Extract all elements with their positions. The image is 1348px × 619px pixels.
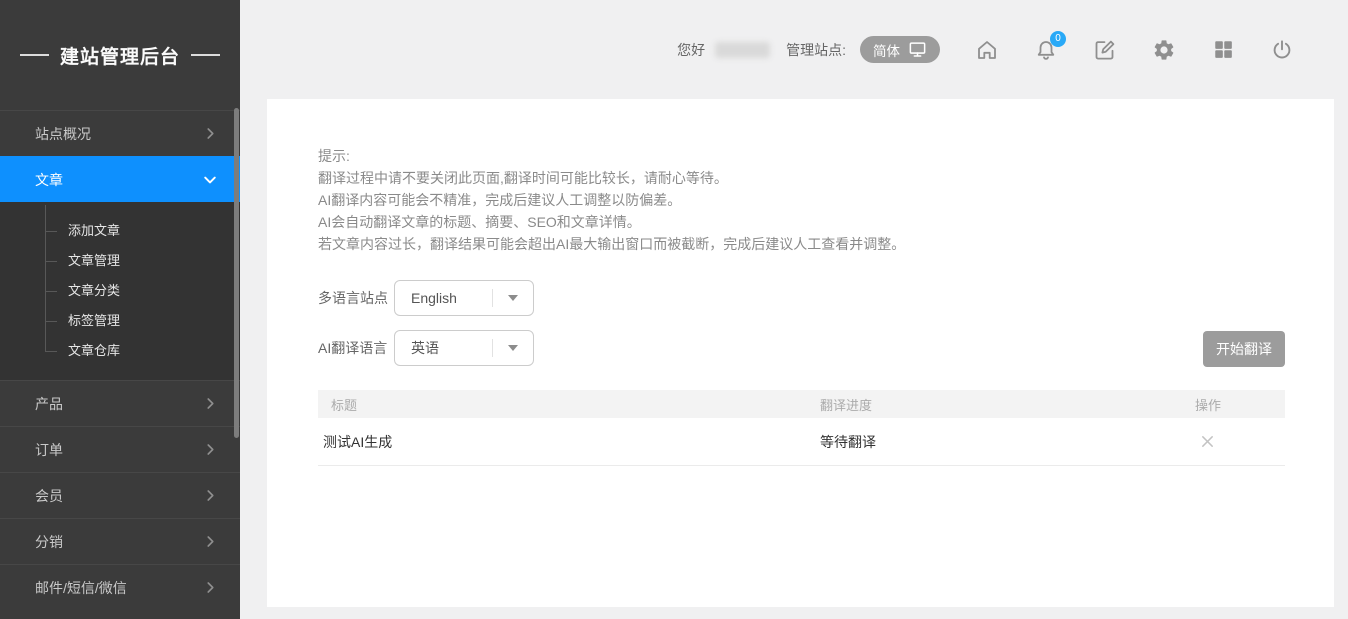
compose-icon [1093,38,1117,62]
select-divider [492,339,493,357]
app-title: 建站管理后台 [0,0,240,110]
ai-translate-language-label: AI翻译语言 [318,338,394,358]
sidebar-item-site-overview[interactable]: 站点概况 [0,110,240,156]
notification-badge: 0 [1050,31,1066,47]
select-value: English [395,290,457,306]
language-pill-label: 简体 [873,40,900,60]
sidebar-scrollbar[interactable] [234,108,239,438]
tips-line: AI翻译内容可能会不精准，完成后建议人工调整以防偏差。 [318,189,905,211]
chevron-right-icon [203,534,218,549]
sidebar: 建站管理后台 站点概况 文章 添加文章 文章管理 文章分类 标签管理 文章仓库 … [0,0,240,619]
chevron-right-icon [203,126,218,141]
sidebar-item-label: 邮件/短信/微信 [35,578,127,598]
close-icon [1200,434,1215,449]
notifications-button[interactable]: 0 [1034,38,1058,62]
sidebar-item-articles[interactable]: 文章 [0,156,240,202]
subitem-label: 文章管理 [68,253,120,268]
greeting-text: 您好 [677,40,705,60]
sidebar-item-distribution[interactable]: 分销 [0,518,240,564]
sidebar-subitem-add-article[interactable]: 添加文章 [0,216,240,246]
power-icon [1270,38,1294,62]
apps-grid-icon [1212,38,1235,61]
chevron-right-icon [203,488,218,503]
subitem-label: 添加文章 [68,223,120,238]
home-button[interactable] [975,38,999,62]
translation-table: 标题 翻译进度 操作 测试AI生成 等待翻译 [318,390,1285,466]
sidebar-item-label: 产品 [35,394,63,414]
select-value: 英语 [395,338,439,358]
topbar: 您好 管理站点: 简体 0 [240,0,1348,99]
table-header-actions: 操作 [1195,395,1285,414]
tips-heading: 提示: [318,145,905,167]
tips-line: AI会自动翻译文章的标题、摘要、SEO和文章详情。 [318,211,905,233]
sidebar-item-orders[interactable]: 订单 [0,426,240,472]
content-card: 提示: 翻译过程中请不要关闭此页面,翻译时间可能比较长，请耐心等待。 AI翻译内… [267,99,1334,607]
chevron-right-icon [203,442,218,457]
settings-button[interactable] [1152,38,1176,62]
sidebar-item-products[interactable]: 产品 [0,380,240,426]
title-dash-right [191,54,220,56]
table-row: 测试AI生成 等待翻译 [318,418,1285,466]
chevron-down-icon [202,172,218,188]
sidebar-item-label: 订单 [35,440,63,460]
app-title-text: 建站管理后台 [60,42,180,69]
sidebar-item-label: 站点概况 [35,124,91,144]
sidebar-item-label: 会员 [35,486,63,506]
multilingual-site-label: 多语言站点 [318,288,394,308]
sidebar-subitem-article-categories[interactable]: 文章分类 [0,276,240,306]
start-translation-button[interactable]: 开始翻译 [1203,331,1285,367]
compose-button[interactable] [1093,38,1117,62]
gear-icon [1152,38,1176,62]
sidebar-item-email-sms-wechat[interactable]: 邮件/短信/微信 [0,564,240,610]
sidebar-item-label: 文章 [35,170,63,190]
username-redacted [715,42,770,58]
subitem-label: 标签管理 [68,313,120,328]
logout-button[interactable] [1270,38,1294,62]
ai-translate-language-field: AI翻译语言 英语 [318,330,534,366]
language-switch-button[interactable]: 简体 [860,36,940,63]
sidebar-subitem-article-repository[interactable]: 文章仓库 [0,336,240,366]
chevron-right-icon [203,396,218,411]
select-divider [492,289,493,307]
remove-row-button[interactable] [1197,432,1217,452]
apps-button[interactable] [1211,38,1235,62]
dropdown-arrow-icon [508,295,518,301]
table-header-row: 标题 翻译进度 操作 [318,390,1285,418]
ai-translate-language-select[interactable]: 英语 [394,330,534,366]
tips-block: 提示: 翻译过程中请不要关闭此页面,翻译时间可能比较长，请耐心等待。 AI翻译内… [318,145,905,255]
tips-line: 若文章内容过长，翻译结果可能会超出AI最大输出窗口而被截断，完成后建议人工查看并… [318,233,905,255]
tips-line: 翻译过程中请不要关闭此页面,翻译时间可能比较长，请耐心等待。 [318,167,905,189]
articles-submenu: 添加文章 文章管理 文章分类 标签管理 文章仓库 [0,202,240,380]
sidebar-item-members[interactable]: 会员 [0,472,240,518]
multilingual-site-field: 多语言站点 English [318,280,534,316]
title-dash-left [20,54,49,56]
table-header-progress: 翻译进度 [820,395,1195,414]
sidebar-subitem-tag-management[interactable]: 标签管理 [0,306,240,336]
multilingual-site-select[interactable]: English [394,280,534,316]
monitor-icon [908,40,927,59]
manage-site-label: 管理站点: [786,40,846,60]
home-icon [975,38,999,62]
subitem-label: 文章仓库 [68,343,120,358]
sidebar-item-label: 分销 [35,532,63,552]
table-header-title: 标题 [318,395,820,414]
chevron-right-icon [203,580,218,595]
article-title-cell: 测试AI生成 [318,432,820,452]
progress-cell: 等待翻译 [820,432,1195,452]
sidebar-subitem-article-management[interactable]: 文章管理 [0,246,240,276]
subitem-label: 文章分类 [68,283,120,298]
dropdown-arrow-icon [508,345,518,351]
